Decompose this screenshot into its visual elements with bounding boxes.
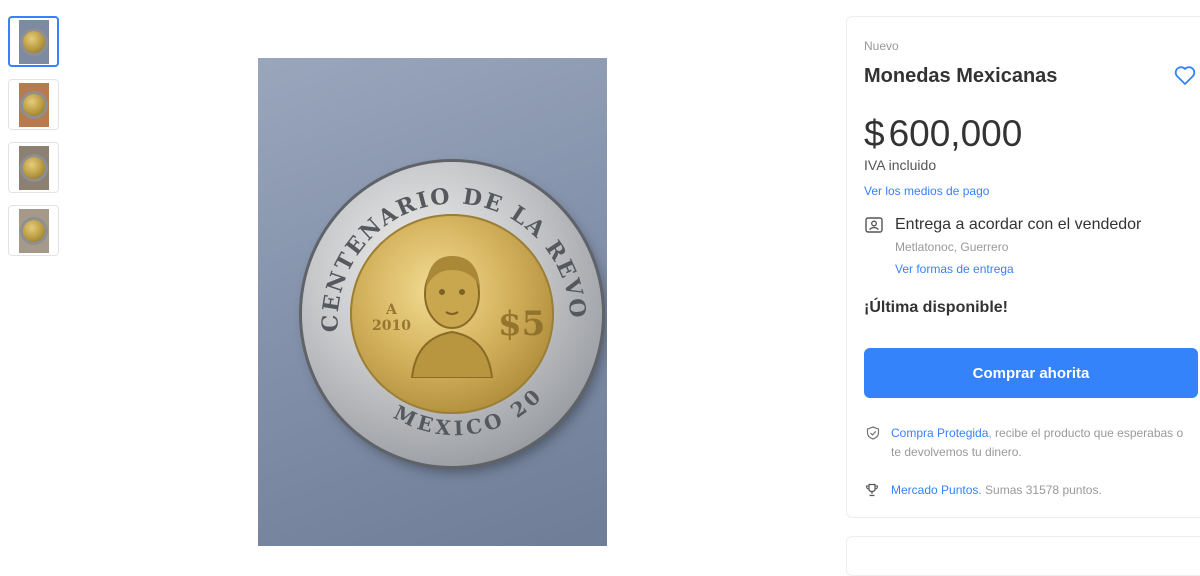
purchase-card: Nuevo Monedas Mexicanas $600,000 IVA inc…	[846, 16, 1200, 518]
delivery-location: Metlatonoc, Guerrero	[895, 240, 1009, 254]
coin-outer-ring: CENTENARIO DE LA REVOLUCIÓN MEXICO 2010 …	[302, 162, 602, 466]
thumbnail-4[interactable]	[8, 205, 59, 256]
coin-mint-letter: A	[386, 302, 397, 318]
coin-year: 2010	[372, 318, 411, 334]
coin-portrait	[410, 256, 494, 378]
trophy-icon	[865, 483, 879, 497]
points-description: Sumas 31578 puntos.	[981, 483, 1102, 497]
mercado-points-link[interactable]: Mercado Puntos.	[891, 483, 982, 497]
price-currency: $	[864, 113, 885, 154]
coin-mint-mark: A 2010	[372, 302, 411, 334]
points-message: Mercado Puntos. Sumas 31578 puntos.	[891, 483, 1102, 497]
protection-message: Compra Protegida, recibe el producto que…	[891, 424, 1191, 462]
tax-note: IVA incluido	[864, 157, 937, 173]
payment-methods-link[interactable]: Ver los medios de pago	[864, 184, 989, 198]
thumbnail-3[interactable]	[8, 142, 59, 193]
coin-denomination: $5	[498, 304, 546, 344]
coin-center: $5 A 2010	[350, 214, 554, 414]
product-price: $600,000	[864, 113, 1022, 155]
stock-status: ¡Última disponible!	[864, 299, 1008, 316]
thumbnail-coin-photo	[18, 208, 49, 253]
thumbnail-2[interactable]	[8, 79, 59, 130]
protected-purchase-link[interactable]: Compra Protegida	[891, 426, 988, 440]
heart-icon[interactable]	[1173, 63, 1197, 87]
seller-info-card	[846, 536, 1200, 576]
thumbnail-coin-photo	[18, 145, 49, 190]
thumbnail-gallery	[8, 16, 60, 268]
price-amount: 600,000	[888, 113, 1023, 154]
person-card-icon	[865, 217, 883, 233]
product-title: Monedas Mexicanas	[864, 65, 1058, 87]
thumbnail-coin-photo	[18, 19, 49, 64]
buy-now-button[interactable]: Comprar ahorita	[864, 348, 1198, 398]
shield-check-icon	[866, 426, 880, 440]
delivery-options-link[interactable]: Ver formas de entrega	[895, 262, 1014, 276]
item-condition: Nuevo	[864, 39, 899, 53]
main-product-image[interactable]: CENTENARIO DE LA REVOLUCIÓN MEXICO 2010 …	[258, 58, 607, 546]
thumbnail-1[interactable]	[8, 16, 59, 67]
delivery-title: Entrega a acordar con el vendedor	[895, 216, 1142, 233]
thumbnail-coin-photo	[18, 82, 49, 127]
